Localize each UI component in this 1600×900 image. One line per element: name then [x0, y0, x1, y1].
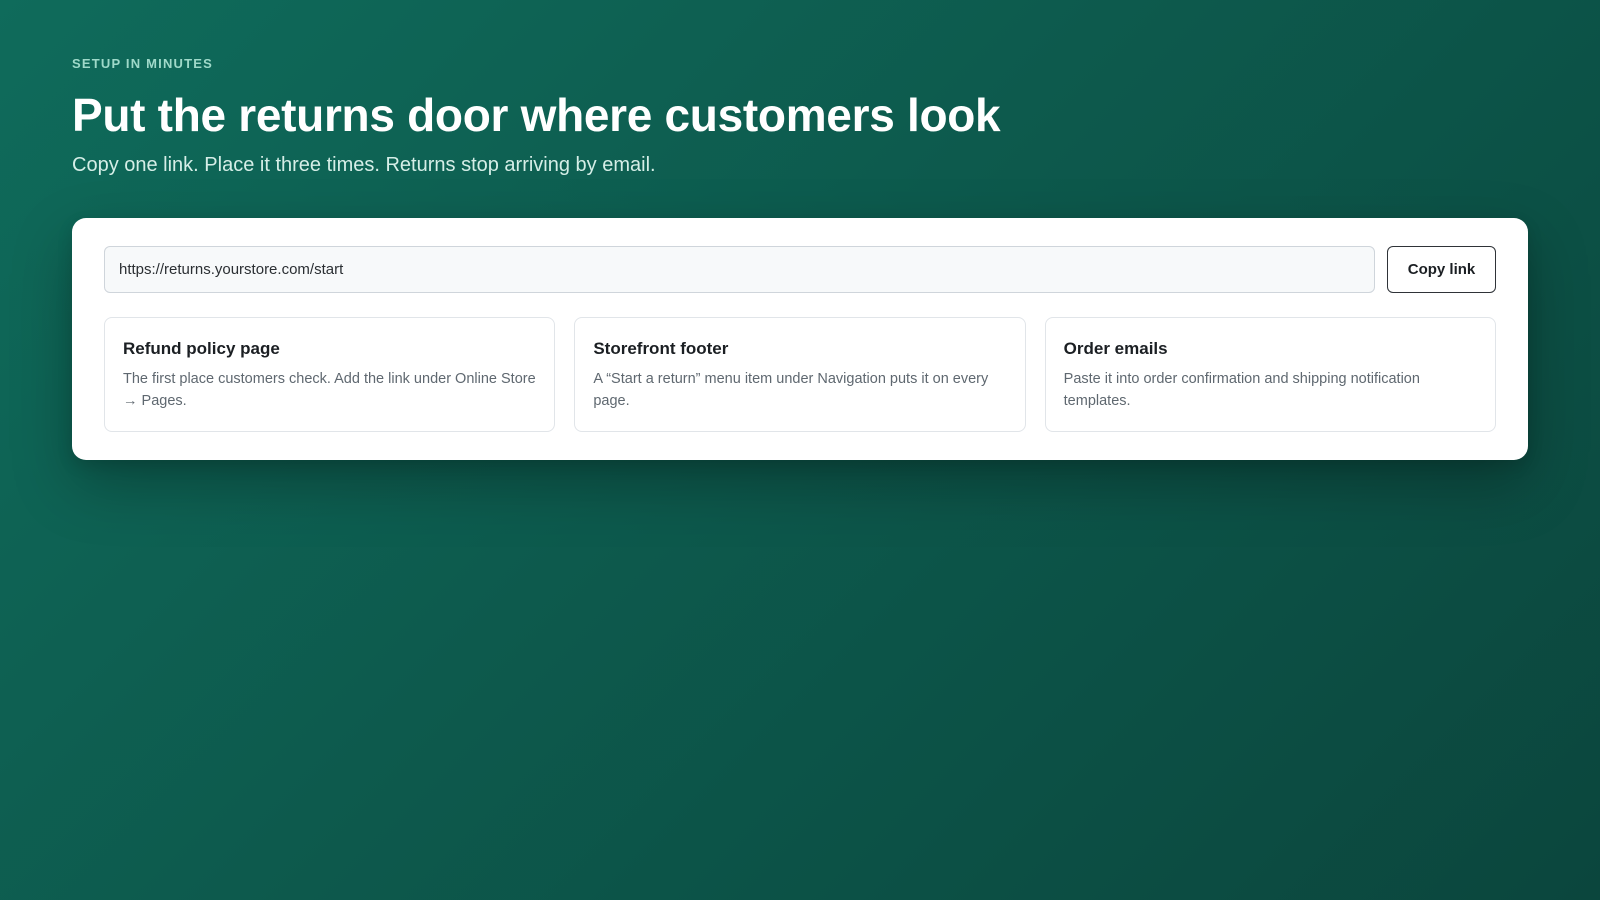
- placement-order-emails: Order emails Paste it into order confirm…: [1044, 317, 1496, 432]
- page-subtitle: Copy one link. Place it three times. Ret…: [72, 154, 656, 176]
- placement-list: Refund policy page The first place custo…: [104, 317, 1496, 432]
- placement-description: A “Start a return” menu item under Navig…: [593, 371, 989, 409]
- placement-description: Paste it into order confirmation and shi…: [1063, 371, 1420, 409]
- page-title: Put the returns door where customers loo…: [72, 89, 1001, 141]
- hero: SETUP IN MINUTES Put the returns door wh…: [72, 56, 1528, 179]
- eyebrow-label: SETUP IN MINUTES: [72, 56, 214, 71]
- setup-card: Copy link Refund policy page The first p…: [72, 218, 1528, 460]
- placement-storefront-footer: Storefront footer A “Start a return” men…: [574, 317, 1026, 432]
- placement-title: Storefront footer: [593, 339, 729, 358]
- placement-description: The first place customers check. Add the…: [123, 371, 536, 409]
- placement-refund-policy: Refund policy page The first place custo…: [104, 317, 556, 432]
- placement-title: Refund policy page: [123, 339, 280, 358]
- copy-link-button[interactable]: Copy link: [1387, 246, 1496, 293]
- link-row: Copy link: [104, 246, 1496, 293]
- placement-title: Order emails: [1063, 339, 1168, 358]
- returns-link-input[interactable]: [104, 246, 1375, 293]
